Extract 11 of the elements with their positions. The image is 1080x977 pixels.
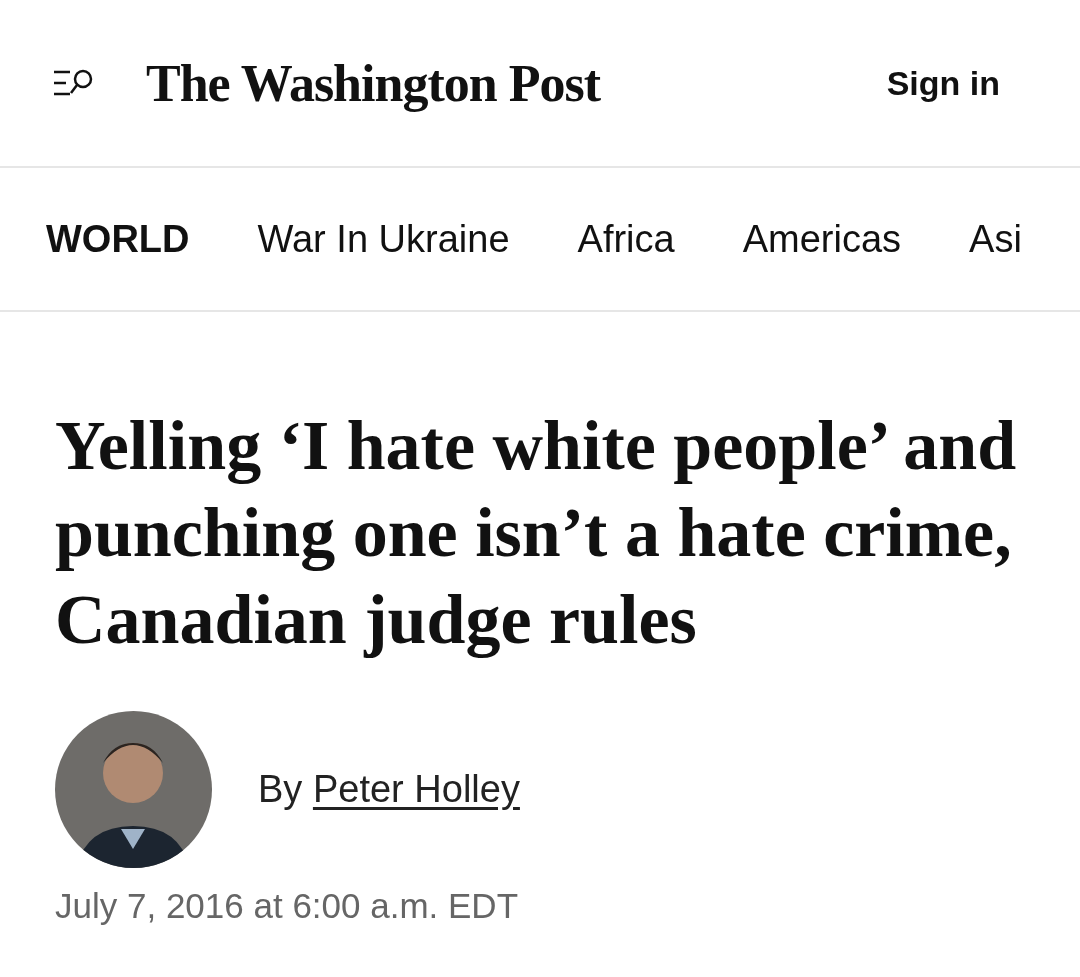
headline: Yelling ‘I hate white people’ and punching one isn’t a hate crime, Canadian judge rules bbox=[55, 406, 1018, 660]
site-logo[interactable]: The Washington Post bbox=[146, 53, 887, 113]
nav-link[interactable]: War In Ukraine bbox=[257, 217, 510, 261]
nav-link[interactable]: Asi bbox=[969, 217, 1022, 261]
nav-link[interactable]: WORLD bbox=[46, 217, 190, 261]
sign-in-link[interactable]: Sign in bbox=[886, 63, 1000, 103]
publish-date: July 7, 2016 at 6:00 a.m. EDT bbox=[55, 886, 519, 926]
author-link[interactable]: Peter Holley bbox=[312, 768, 520, 810]
nav-link[interactable]: Africa bbox=[577, 217, 675, 261]
byline: By Peter Holley bbox=[258, 768, 520, 811]
nav-link[interactable]: Americas bbox=[742, 217, 902, 261]
